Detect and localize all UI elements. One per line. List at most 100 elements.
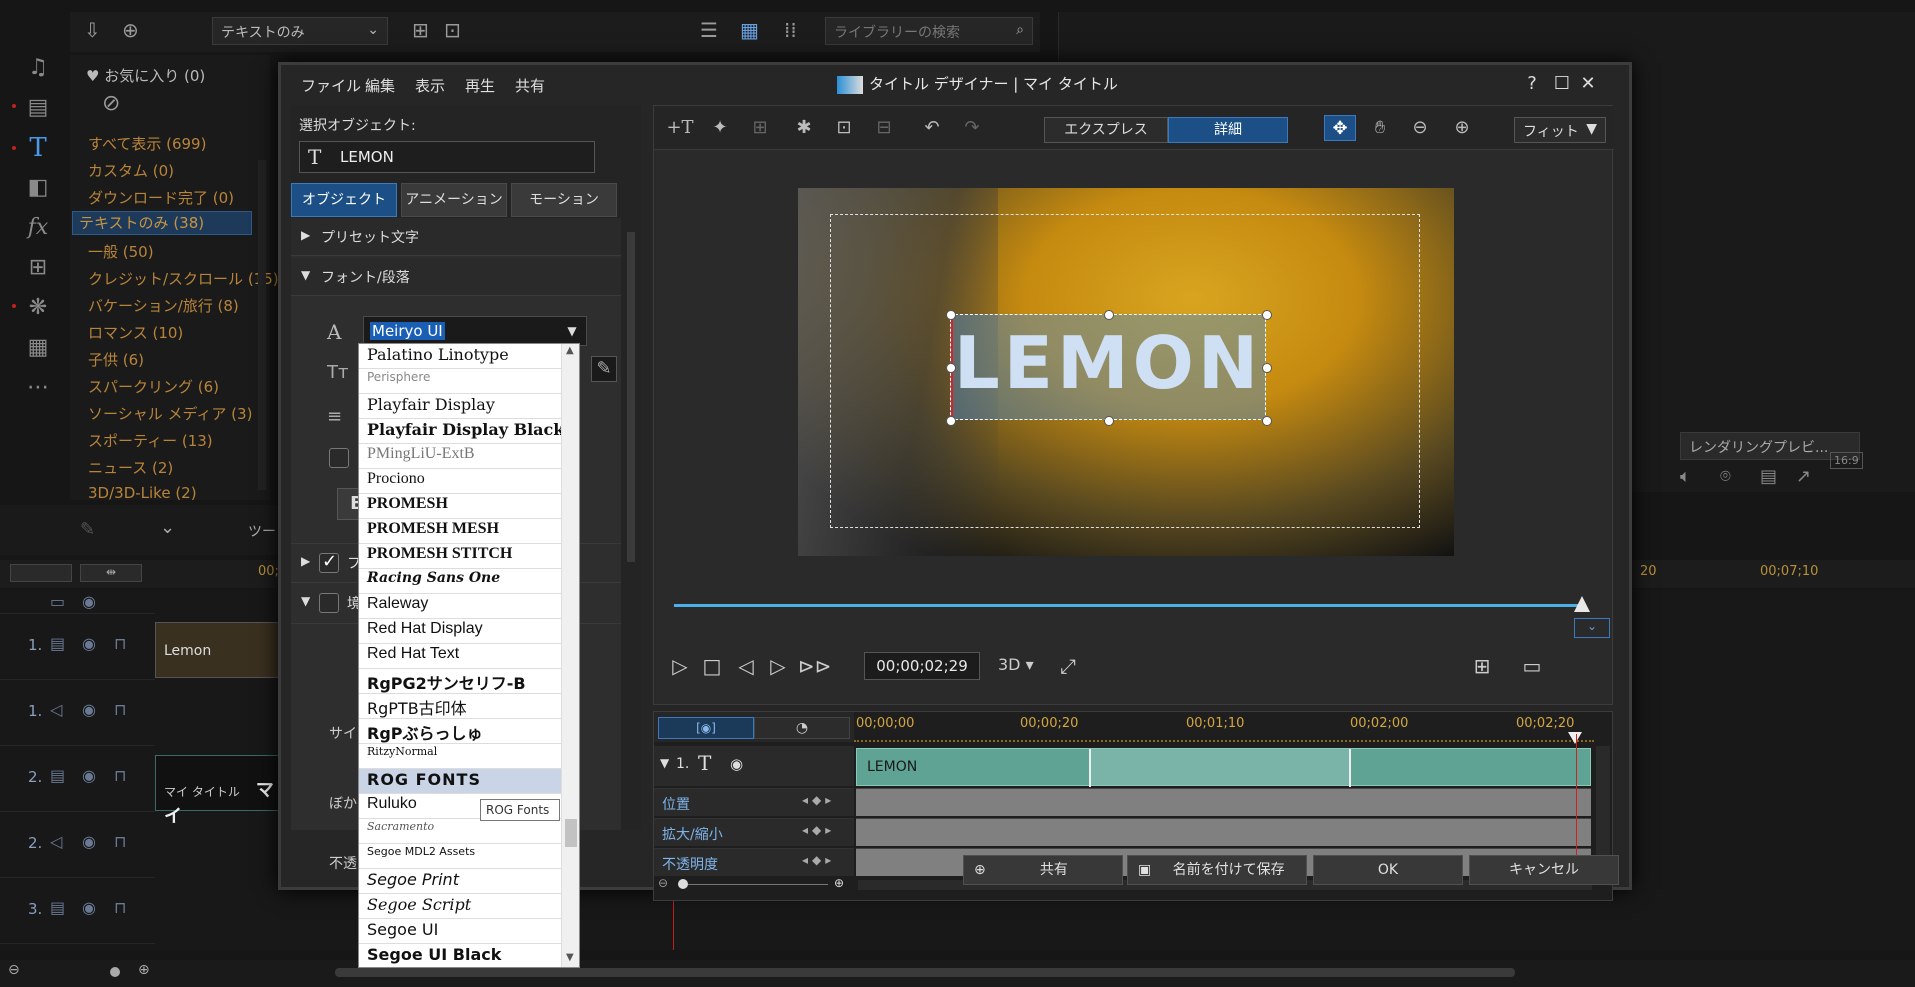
category-item[interactable]: スポーティー (13) xyxy=(88,430,213,451)
cancel-button[interactable]: キャンセル xyxy=(1469,855,1619,885)
font-family-combobox[interactable]: Meiryo UI ▼ xyxy=(363,316,587,346)
keyframe-lane[interactable] xyxy=(856,818,1591,846)
tab-motion[interactable]: モーション xyxy=(511,183,617,217)
scroll-up-icon[interactable]: ▲ xyxy=(566,345,574,356)
fit-timeline-button[interactable]: ⇹ xyxy=(80,564,142,582)
font-option[interactable]: Palatino Linotype xyxy=(359,344,561,369)
collapse-arrow-icon[interactable]: ▼ xyxy=(660,756,669,770)
keyframe-nav-icon[interactable]: ◂◆▸ xyxy=(802,853,835,867)
font-family-dropdown-list[interactable]: Palatino Linotype Perisphere Playfair Di… xyxy=(358,343,580,968)
search-icon[interactable]: ⌕ xyxy=(1016,22,1024,38)
fullscreen-icon[interactable]: ⤢ xyxy=(1054,652,1082,680)
add-title-icon[interactable]: ⊞ xyxy=(412,18,429,42)
font-option-hovered[interactable]: ROG FONTS xyxy=(359,769,561,794)
lock-icon[interactable]: ⊓ xyxy=(114,766,126,785)
category-item[interactable]: スパークリング (6) xyxy=(88,376,219,397)
share-button[interactable]: ⊕ 共有 xyxy=(963,855,1123,885)
tab-object[interactable]: オブジェクト xyxy=(291,183,397,217)
previous-frame-icon[interactable]: ◁ xyxy=(732,652,760,680)
font-list-scroll-thumb[interactable] xyxy=(565,819,577,847)
font-option[interactable]: Raleway xyxy=(359,594,561,619)
category-item[interactable]: 一般 (50) xyxy=(88,241,154,262)
resize-handle[interactable] xyxy=(946,310,956,320)
category-item[interactable]: ニュース (2) xyxy=(88,457,173,478)
timeline-title-clip[interactable]: LEMON xyxy=(856,748,1591,787)
volume-icon[interactable]: 🔈︎ xyxy=(1680,466,1691,487)
insert-particle-icon[interactable]: ✦ xyxy=(704,115,736,141)
font-family-value[interactable]: Meiryo UI xyxy=(370,322,445,340)
font-option[interactable]: RgPG2サンセリフ-B xyxy=(359,669,561,694)
favorites-item[interactable]: ♥ お気に入り (0) xyxy=(86,65,205,86)
lock-icon[interactable]: ⊓ xyxy=(114,700,126,719)
resize-handle[interactable] xyxy=(946,416,956,426)
menu-share[interactable]: 共有 xyxy=(515,75,545,96)
help-button[interactable]: ? xyxy=(1517,71,1547,97)
transition-icon[interactable]: ◧ xyxy=(24,174,52,202)
title-room-icon[interactable]: T xyxy=(24,134,52,162)
font-option[interactable]: Prociono xyxy=(359,469,561,494)
font-option[interactable]: Segoe Script xyxy=(359,894,561,919)
category-item[interactable]: カスタム (0) xyxy=(88,160,174,181)
font-option[interactable]: PROMESH xyxy=(359,494,561,519)
category-item[interactable]: バケーション/旅行 (8) xyxy=(88,295,239,316)
resize-handle[interactable] xyxy=(1104,310,1114,320)
save-as-button[interactable]: ▣ 名前を付けて保存 xyxy=(1127,855,1307,885)
menu-view[interactable]: 表示 xyxy=(415,75,445,96)
category-item[interactable]: ロマンス (10) xyxy=(88,322,183,343)
font-option[interactable]: Red Hat Display xyxy=(359,619,561,644)
aspect-ratio[interactable]: 16:9 xyxy=(1830,452,1863,469)
chapter-icon[interactable]: ▦ xyxy=(24,334,52,362)
font-list-scrollbar[interactable]: ▲ ▼ xyxy=(561,344,579,967)
timeline-playhead-knob[interactable] xyxy=(1568,732,1582,744)
timeline-hscrollbar[interactable] xyxy=(335,968,1515,977)
section-font-paragraph[interactable]: ▼ フォント/段落 xyxy=(291,258,621,296)
add-tag-icon[interactable]: ⊘ xyxy=(102,91,120,116)
more-icon[interactable]: ⋯ xyxy=(24,374,52,402)
edit-title-icon[interactable]: ⊡ xyxy=(444,18,461,42)
zoom-slider-thumb[interactable] xyxy=(110,967,120,977)
media-icon[interactable]: ♫ xyxy=(24,54,52,82)
apps-icon[interactable]: ⁞⁞ xyxy=(784,18,797,42)
globe-icon[interactable]: ⊕ xyxy=(122,18,139,42)
library-scrollbar[interactable] xyxy=(258,160,266,490)
track-screen-icon[interactable]: ▭ xyxy=(50,592,65,611)
grid-view-icon[interactable]: ▦ xyxy=(740,18,759,42)
category-item-selected[interactable]: テキストのみ (38) xyxy=(72,211,252,235)
zoom-thumb[interactable] xyxy=(678,879,688,889)
eye-icon[interactable]: ◉ xyxy=(82,592,96,611)
ok-button[interactable]: OK xyxy=(1313,855,1463,885)
view-dropdown[interactable]: テキストのみ ⌄ xyxy=(212,17,388,45)
resize-handle[interactable] xyxy=(1262,416,1272,426)
font-option[interactable]: RgPぶらっしゅ xyxy=(359,719,561,744)
font-option[interactable]: Sacramento xyxy=(359,819,561,844)
play-icon[interactable]: ▷ xyxy=(666,652,694,680)
eye-icon[interactable]: ◉ xyxy=(82,832,96,851)
font-option[interactable]: Segoe MDL2 Assets xyxy=(359,844,561,869)
properties-scrollbar[interactable] xyxy=(625,218,637,830)
clip-marker[interactable] xyxy=(1349,749,1351,787)
tools-label[interactable]: ツー xyxy=(248,521,276,541)
pip-icon[interactable]: ⊞ xyxy=(24,254,52,282)
hand-icon[interactable]: ✋︎ xyxy=(1364,115,1396,141)
selected-object-field[interactable]: T LEMON xyxy=(299,141,595,173)
timeline-object-button[interactable]: [◉] xyxy=(658,717,754,739)
section-preset-text[interactable]: ▶ プリセット文字 xyxy=(291,218,621,256)
timeline-clock-button[interactable]: ◔ xyxy=(754,717,850,739)
film-icon[interactable]: ▤ xyxy=(24,94,52,122)
zoom-fit-dropdown[interactable]: フィット ▼ xyxy=(1514,117,1606,143)
subtitle-icon[interactable]: ▤ xyxy=(1760,466,1777,487)
fx-icon[interactable]: fx xyxy=(24,214,52,242)
pen-icon[interactable]: ✎ xyxy=(80,519,95,540)
category-item[interactable]: 子供 (6) xyxy=(88,349,144,370)
undo-icon[interactable]: ↶ xyxy=(916,115,948,141)
timeline-playhead[interactable] xyxy=(1576,734,1577,870)
eye-icon[interactable]: ◉ xyxy=(730,755,743,773)
grid-lines-icon[interactable]: ⊞ xyxy=(1468,652,1496,680)
zoom-out-icon[interactable]: ⊖ xyxy=(8,962,20,978)
resize-handle[interactable] xyxy=(946,363,956,373)
fill-checkbox[interactable] xyxy=(319,551,339,573)
track-view-button[interactable] xyxy=(10,564,72,582)
font-option[interactable]: Red Hat Text xyxy=(359,644,561,669)
eye-icon[interactable]: ◉ xyxy=(82,700,96,719)
menu-play[interactable]: 再生 xyxy=(465,75,495,96)
